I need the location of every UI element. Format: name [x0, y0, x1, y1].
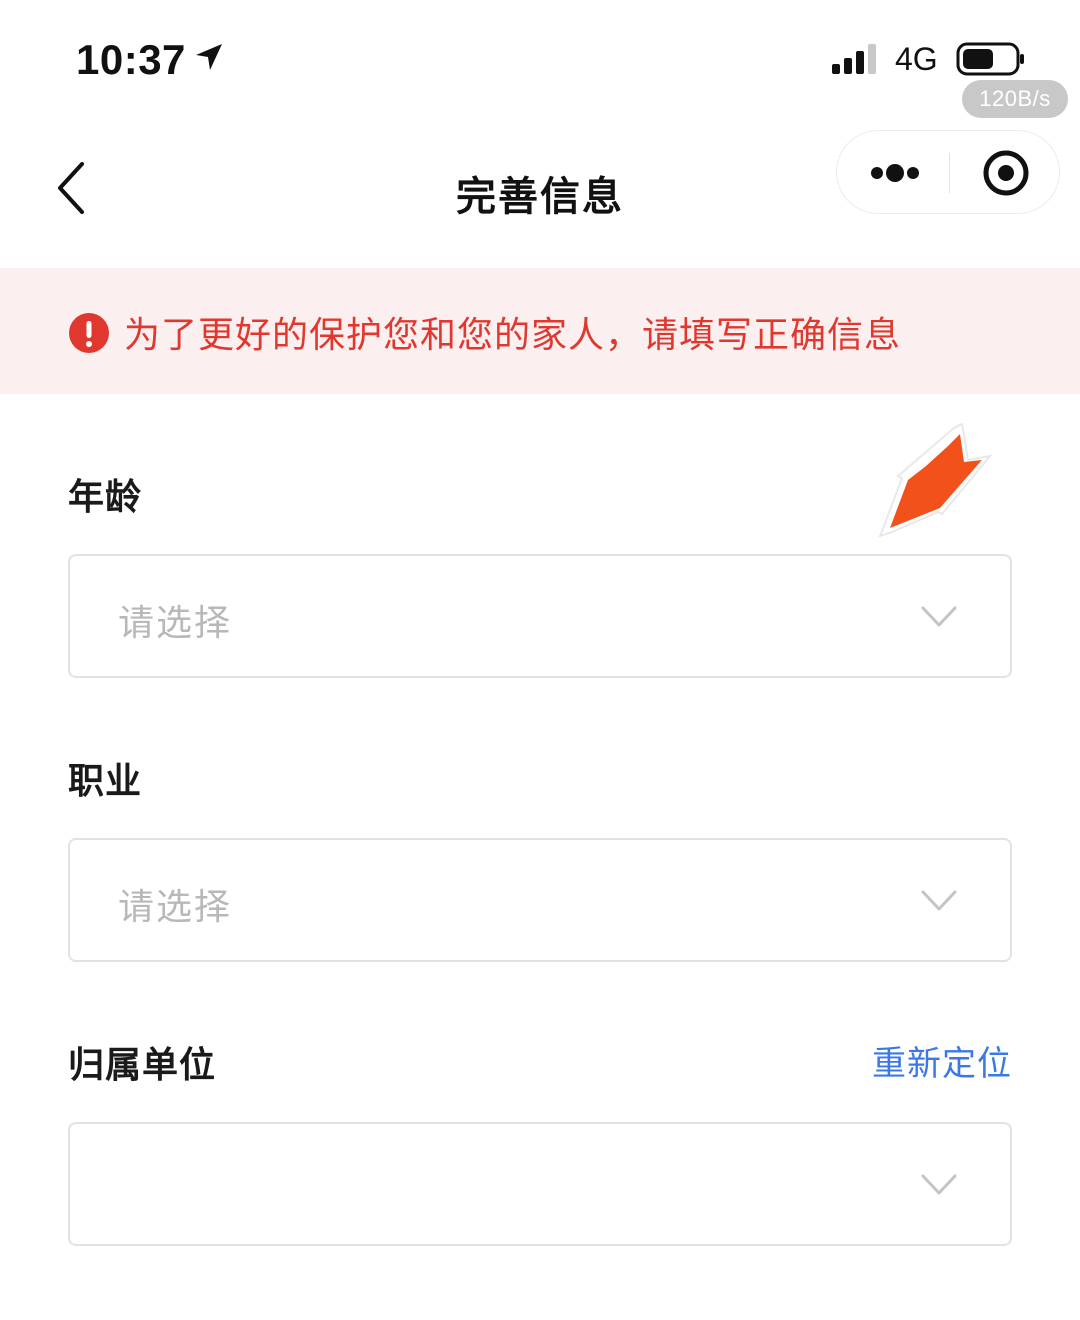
- location-arrow-icon: [196, 44, 222, 70]
- screen: 10:37 4G 120B/s 完善信息 为了更好的保护您和您的家人，请填写正确…: [0, 0, 1080, 1320]
- occupation-select[interactable]: 请选择: [68, 838, 1012, 962]
- chevron-down-icon: [921, 606, 957, 627]
- affiliation-select[interactable]: [68, 1122, 1012, 1246]
- warning-icon: [69, 313, 109, 353]
- occupation-select-placeholder: 请选择: [118, 887, 233, 928]
- warning-text: 为了更好的保护您和您的家人，请填写正确信息: [124, 315, 902, 356]
- record-icon[interactable]: [950, 131, 1060, 215]
- warning-banner: 为了更好的保护您和您的家人，请填写正确信息: [0, 268, 1080, 394]
- chevron-down-icon: [921, 1174, 957, 1195]
- network-speed-badge: 120B/s: [962, 80, 1068, 118]
- more-dots-icon[interactable]: [837, 131, 949, 215]
- signal-icon: [832, 44, 876, 74]
- age-label: 年龄: [68, 477, 143, 518]
- network-type: 4G: [895, 41, 938, 77]
- relocate-link[interactable]: 重新定位: [872, 1036, 1012, 1085]
- age-select[interactable]: 请选择: [68, 554, 1012, 678]
- battery-icon: [956, 42, 1024, 76]
- occupation-label: 职业: [68, 761, 143, 802]
- mini-program-capsule: [836, 130, 1060, 214]
- affiliation-label: 归属单位: [68, 1045, 217, 1086]
- status-time: 10:37: [76, 36, 186, 83]
- annotation-arrow-icon: [878, 422, 993, 538]
- chevron-down-icon: [921, 890, 957, 911]
- age-select-placeholder: 请选择: [118, 603, 233, 644]
